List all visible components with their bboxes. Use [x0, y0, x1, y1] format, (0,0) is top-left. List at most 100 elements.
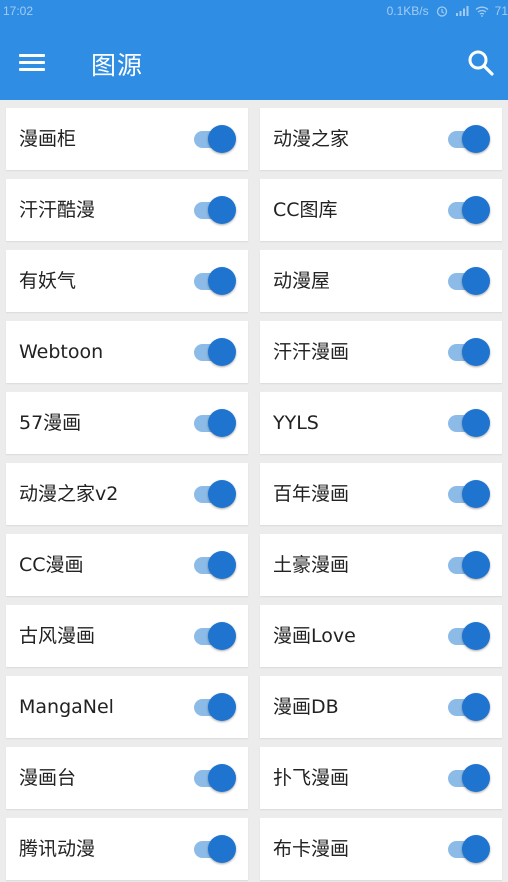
source-toggle[interactable]	[188, 550, 236, 580]
source-name: 动漫之家v2	[19, 483, 119, 505]
toggle-thumb	[208, 338, 236, 366]
toggle-thumb	[462, 835, 490, 863]
menu-icon[interactable]	[19, 52, 45, 72]
source-toggle[interactable]	[442, 124, 490, 154]
status-right-group: 0.1KB/s 71	[387, 4, 508, 18]
source-toggle[interactable]	[442, 266, 490, 296]
toggle-thumb	[462, 551, 490, 579]
source-name: 有妖气	[19, 270, 77, 292]
source-toggle[interactable]	[442, 763, 490, 793]
toggle-thumb	[208, 693, 236, 721]
source-name: CC漫画	[19, 554, 84, 576]
source-name: MangaNel	[19, 696, 114, 718]
source-card[interactable]: 汗汗酷漫	[6, 179, 248, 241]
source-toggle[interactable]	[442, 479, 490, 509]
source-card[interactable]: MangaNel	[6, 676, 248, 738]
source-toggle[interactable]	[188, 266, 236, 296]
source-card[interactable]: Webtoon	[6, 321, 248, 383]
source-name: 漫画Love	[273, 625, 356, 647]
source-toggle[interactable]	[188, 337, 236, 367]
source-card[interactable]: 有妖气	[6, 250, 248, 312]
toggle-thumb	[208, 835, 236, 863]
source-card[interactable]: 漫画台	[6, 747, 248, 809]
source-name: 汗汗漫画	[273, 341, 350, 363]
source-card[interactable]: 动漫之家v2	[6, 463, 248, 525]
toggle-thumb	[462, 693, 490, 721]
signal-icon	[455, 6, 469, 16]
source-name: 布卡漫画	[273, 838, 350, 860]
source-name: 腾讯动漫	[19, 838, 96, 860]
source-name: CC图库	[273, 199, 338, 221]
toggle-thumb	[462, 764, 490, 792]
source-card[interactable]: 动漫屋	[260, 250, 502, 312]
source-card[interactable]: 腾讯动漫	[6, 818, 248, 880]
source-toggle[interactable]	[188, 195, 236, 225]
net-speed: 0.1KB/s	[386, 4, 429, 18]
source-name: 漫画DB	[273, 696, 339, 718]
source-card[interactable]: 扑飞漫画	[260, 747, 502, 809]
page-title: 图源	[91, 51, 144, 80]
source-card[interactable]: 动漫之家	[260, 108, 502, 170]
toggle-thumb	[208, 196, 236, 224]
source-card[interactable]: 土豪漫画	[260, 534, 502, 596]
toggle-thumb	[462, 196, 490, 224]
toggle-thumb	[462, 267, 490, 295]
source-toggle[interactable]	[188, 834, 236, 864]
toggle-thumb	[462, 622, 490, 650]
toggle-thumb	[208, 409, 236, 437]
battery-level: 71	[494, 4, 508, 18]
source-card[interactable]: 57漫画	[6, 392, 248, 454]
source-card[interactable]: 漫画DB	[260, 676, 502, 738]
source-card[interactable]: 布卡漫画	[260, 818, 502, 880]
source-name: 汗汗酷漫	[19, 199, 96, 221]
source-toggle[interactable]	[188, 408, 236, 438]
toggle-thumb	[208, 622, 236, 650]
source-toggle[interactable]	[442, 195, 490, 225]
source-name: 漫画台	[19, 767, 77, 789]
source-name: YYLS	[273, 412, 319, 434]
source-name: 土豪漫画	[273, 554, 350, 576]
toggle-thumb	[208, 125, 236, 153]
source-toggle[interactable]	[188, 124, 236, 154]
source-toggle[interactable]	[442, 337, 490, 367]
toggle-thumb	[462, 125, 490, 153]
source-card[interactable]: 汗汗漫画	[260, 321, 502, 383]
source-name: 动漫屋	[273, 270, 331, 292]
source-card[interactable]: CC图库	[260, 179, 502, 241]
source-name: 漫画柜	[19, 128, 77, 150]
source-card[interactable]: YYLS	[260, 392, 502, 454]
source-toggle[interactable]	[442, 621, 490, 651]
source-toggle[interactable]	[188, 621, 236, 651]
source-name: 动漫之家	[273, 128, 350, 150]
source-toggle[interactable]	[442, 834, 490, 864]
source-card[interactable]: 古风漫画	[6, 605, 248, 667]
source-card[interactable]: 漫画柜	[6, 108, 248, 170]
source-name: 57漫画	[19, 412, 82, 434]
source-toggle[interactable]	[188, 763, 236, 793]
source-card[interactable]: CC漫画	[6, 534, 248, 596]
source-card[interactable]: 漫画Love	[260, 605, 502, 667]
source-name: 古风漫画	[19, 625, 96, 647]
toggle-thumb	[208, 764, 236, 792]
alarm-icon	[436, 6, 447, 17]
status-bar: 17:02 0.1KB/s 71	[0, 0, 508, 24]
source-toggle[interactable]	[188, 479, 236, 509]
source-toggle[interactable]	[442, 408, 490, 438]
source-card[interactable]: 百年漫画	[260, 463, 502, 525]
toggle-thumb	[208, 551, 236, 579]
toggle-thumb	[208, 480, 236, 508]
toggle-thumb	[462, 338, 490, 366]
wifi-icon	[475, 6, 489, 17]
toggle-thumb	[462, 409, 490, 437]
source-toggle[interactable]	[442, 550, 490, 580]
source-name: Webtoon	[19, 341, 104, 363]
toggle-thumb	[462, 480, 490, 508]
toggle-thumb	[208, 267, 236, 295]
source-toggle[interactable]	[188, 692, 236, 722]
source-toggle[interactable]	[442, 692, 490, 722]
app-bar: 图源	[0, 24, 508, 100]
status-time: 17:02	[3, 4, 34, 18]
source-name: 扑飞漫画	[273, 767, 350, 789]
search-icon[interactable]	[466, 48, 496, 78]
source-name: 百年漫画	[273, 483, 350, 505]
